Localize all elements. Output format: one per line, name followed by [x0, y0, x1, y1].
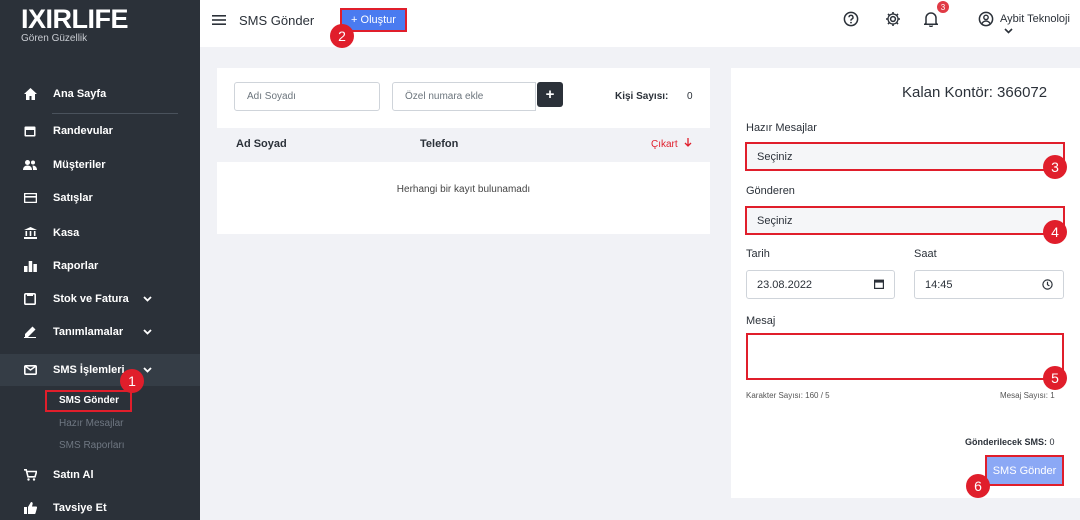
mail-icon — [23, 363, 37, 377]
notification-badge: 3 — [937, 1, 949, 13]
card-icon — [23, 191, 37, 205]
help-icon[interactable] — [841, 9, 861, 29]
plus-icon: + — [545, 86, 555, 103]
user-name: Aybit Teknoloji — [1000, 13, 1070, 25]
sidebar: IXIRLIFE Gören Güzellik Ana Sayfa Randev… — [0, 0, 200, 520]
credit-balance: Kalan Kontör: 366072 — [902, 84, 1048, 101]
chevron-down-icon[interactable] — [142, 294, 152, 304]
user-menu[interactable]: Aybit Teknoloji — [1000, 13, 1080, 37]
bell-icon[interactable] — [921, 9, 941, 29]
sidebar-item-label: Stok ve Fatura — [53, 293, 129, 305]
table-header — [217, 128, 710, 162]
sidebar-item-label: Satın Al — [53, 469, 94, 481]
sidebar-item-label: Ana Sayfa — [53, 88, 107, 100]
logo-title: IXIRLIFE — [21, 4, 129, 34]
calendar-icon — [23, 124, 37, 138]
thumbs-up-icon — [23, 501, 37, 515]
sidebar-item-label: Raporlar — [53, 260, 99, 272]
users-icon — [23, 158, 37, 172]
sidebar-item-ana-sayfa[interactable]: Ana Sayfa — [0, 78, 200, 110]
col-header-name: Ad Soyad — [236, 138, 287, 150]
custom-number-input[interactable]: Özel numara ekle — [392, 82, 536, 111]
calendar-icon[interactable] — [874, 279, 885, 292]
sidebar-item-randevular[interactable]: Randevular — [0, 115, 200, 147]
pen-icon — [23, 325, 37, 339]
gear-icon[interactable] — [883, 9, 903, 29]
sidebar-item-raporlar[interactable]: Raporlar — [0, 250, 200, 282]
subnav-sms-raporlari[interactable]: SMS Raporları — [59, 440, 125, 451]
menu-icon[interactable] — [212, 13, 226, 25]
remove-all-button[interactable]: Çıkart — [651, 138, 692, 151]
logo[interactable]: IXIRLIFE Gören Güzellik — [21, 4, 129, 44]
to-send-value: 0 — [1049, 437, 1055, 447]
sidebar-item-label: SMS İşlemleri — [53, 364, 125, 376]
sender-label: Gönderen — [746, 185, 795, 197]
sidebar-item-label: Tavsiye Et — [53, 502, 107, 514]
sidebar-divider — [52, 113, 178, 114]
sidebar-item-label: Kasa — [53, 227, 80, 239]
add-number-button[interactable]: + — [537, 82, 563, 107]
page-title: SMS Gönder — [239, 13, 315, 28]
chevron-down-icon[interactable] — [142, 327, 152, 337]
step-marker-2: 2 — [330, 24, 354, 48]
logo-subtitle: Gören Güzellik — [21, 33, 88, 44]
chart-icon — [23, 259, 37, 273]
empty-state-text: Herhangi bir kayıt bulunamadı — [396, 184, 531, 195]
sender-select[interactable]: Seçiniz — [745, 206, 1065, 235]
chevron-down-icon[interactable] — [142, 365, 152, 375]
time-value: 14:45 — [925, 278, 953, 291]
message-textarea[interactable] — [746, 333, 1064, 380]
sidebar-item-satislar[interactable]: Satışlar — [0, 182, 200, 214]
person-count-value: 0 — [687, 91, 693, 102]
send-sms-button[interactable]: SMS Gönder — [985, 455, 1064, 486]
col-header-phone: Telefon — [420, 138, 459, 150]
bank-icon — [23, 226, 37, 240]
date-input[interactable]: 23.08.2022 — [746, 270, 895, 299]
message-count: Mesaj Sayısı: 1 — [1000, 391, 1055, 400]
arrow-down-icon — [684, 138, 692, 151]
chevron-down-icon — [1004, 25, 1013, 37]
message-label: Mesaj — [746, 315, 776, 327]
box-icon — [23, 292, 37, 306]
sidebar-item-tavsiye-et[interactable]: Tavsiye Et — [0, 492, 200, 520]
step-marker-6: 6 — [966, 474, 990, 498]
subnav-sms-gonder[interactable]: SMS Gönder — [45, 390, 132, 412]
sidebar-item-label: Randevular — [53, 125, 113, 137]
sidebar-item-label: Müşteriler — [53, 159, 106, 171]
step-marker-3: 3 — [1043, 155, 1067, 179]
sidebar-item-kasa[interactable]: Kasa — [0, 217, 200, 249]
date-value: 23.08.2022 — [757, 278, 813, 291]
sidebar-item-tanimlamalar[interactable]: Tanımlamalar — [0, 316, 200, 348]
sidebar-item-stok-ve-fatura[interactable]: Stok ve Fatura — [0, 283, 200, 315]
cart-icon — [23, 468, 37, 482]
person-count-label: Kişi Sayısı: — [615, 91, 669, 102]
date-label: Tarih — [746, 248, 770, 260]
sidebar-item-label: Satışlar — [53, 192, 93, 204]
step-marker-4: 4 — [1043, 220, 1067, 244]
templates-label: Hazır Mesajlar — [746, 122, 817, 134]
time-label: Saat — [914, 248, 937, 260]
to-send-count: Gönderilecek SMS: 0 — [965, 437, 1055, 447]
step-marker-5: 5 — [1043, 366, 1067, 390]
sidebar-item-sms-islemleri[interactable]: SMS İşlemleri — [0, 354, 200, 386]
user-circle-icon[interactable] — [976, 9, 996, 29]
sidebar-item-satin-al[interactable]: Satın Al — [0, 459, 200, 491]
sidebar-item-label: Tanımlamalar — [53, 326, 124, 338]
remove-label: Çıkart — [651, 139, 678, 150]
time-input[interactable]: 14:45 — [914, 270, 1064, 299]
templates-select[interactable]: Seçiniz — [745, 142, 1065, 171]
home-icon — [23, 87, 37, 101]
sidebar-item-musteriler[interactable]: Müşteriler — [0, 149, 200, 181]
character-count: Karakter Sayısı: 160 / 5 — [746, 391, 830, 400]
name-search-input[interactable]: Adı Soyadı — [234, 82, 380, 111]
clock-icon[interactable] — [1042, 279, 1053, 293]
subnav-hazir-mesajlar[interactable]: Hazır Mesajlar — [59, 418, 123, 429]
to-send-label: Gönderilecek SMS: — [965, 437, 1048, 447]
